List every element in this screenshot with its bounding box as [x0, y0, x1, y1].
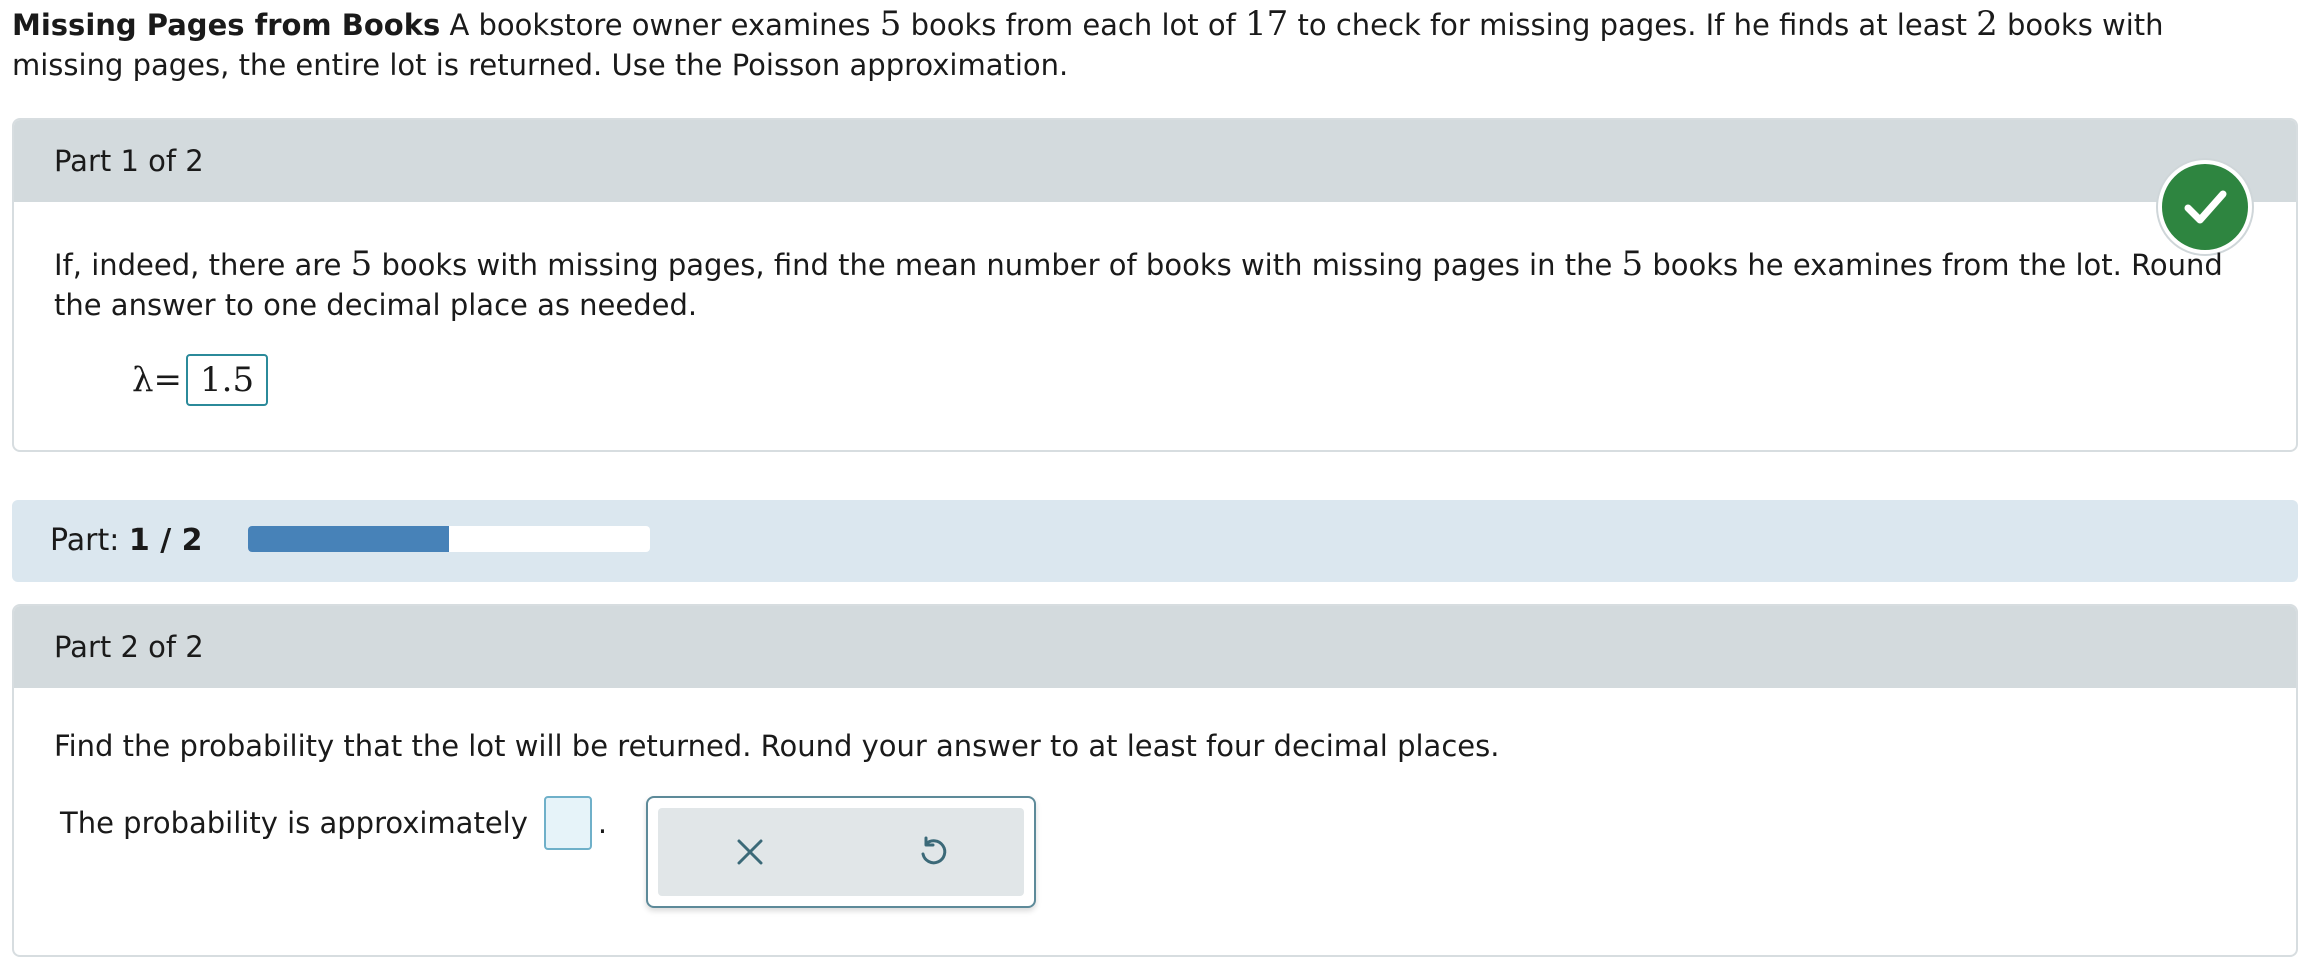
problem-text-b: books from each lot of: [901, 8, 1246, 42]
progress-prefix: Part:: [50, 523, 129, 558]
probability-suffix: .: [597, 806, 608, 840]
probability-prefix: The probability is approximately: [60, 806, 528, 840]
checkmark-icon: [2158, 160, 2252, 254]
progress-count: 1 / 2: [128, 523, 203, 558]
sample-size: 5: [879, 4, 902, 44]
part1-question: If, indeed, there are 5 books with missi…: [54, 244, 2254, 325]
part1-question-b: books with missing pages, find the mean …: [372, 248, 1622, 282]
progress-label: Part: 1 / 2: [50, 500, 202, 582]
problem-page: Missing Pages from Books A bookstore own…: [0, 0, 2308, 970]
close-icon[interactable]: [720, 822, 780, 882]
part2-header: Part 2 of 2: [14, 606, 2296, 688]
problem-text-c: to check for missing pages. If he finds …: [1288, 8, 1977, 42]
lambda-answer-field[interactable]: 1.5: [186, 354, 269, 406]
part1-header: Part 1 of 2: [14, 120, 2296, 202]
answer-tools: [646, 796, 1036, 908]
part1-panel: Part 1 of 2 If, indeed, there are 5 book…: [12, 118, 2298, 452]
part1-n1: 5: [350, 244, 373, 284]
part-progress: Part: 1 / 2: [12, 500, 2298, 582]
lambda-answer-row: λ= 1.5: [132, 352, 269, 408]
progress-bar: [248, 526, 650, 552]
part1-question-a: If, indeed, there are: [54, 248, 351, 282]
part2-question: Find the probability that the lot will b…: [54, 729, 1500, 763]
problem-text-a: A bookstore owner examines: [440, 8, 880, 42]
lambda-label: λ=: [132, 360, 183, 400]
threshold: 2: [1976, 4, 1998, 44]
probability-answer-row: The probability is approximately .: [60, 796, 607, 850]
probability-input[interactable]: [543, 796, 592, 850]
part2-panel: Part 2 of 2 Find the probability that th…: [12, 604, 2298, 957]
lot-size: 17: [1245, 4, 1289, 44]
progress-bar-fill: [248, 526, 449, 552]
problem-statement: Missing Pages from Books A bookstore own…: [12, 4, 2282, 85]
problem-title: Missing Pages from Books: [12, 8, 441, 42]
answer-tools-bar: [658, 808, 1024, 896]
part1-n2: 5: [1621, 244, 1644, 284]
undo-icon[interactable]: [903, 822, 963, 882]
